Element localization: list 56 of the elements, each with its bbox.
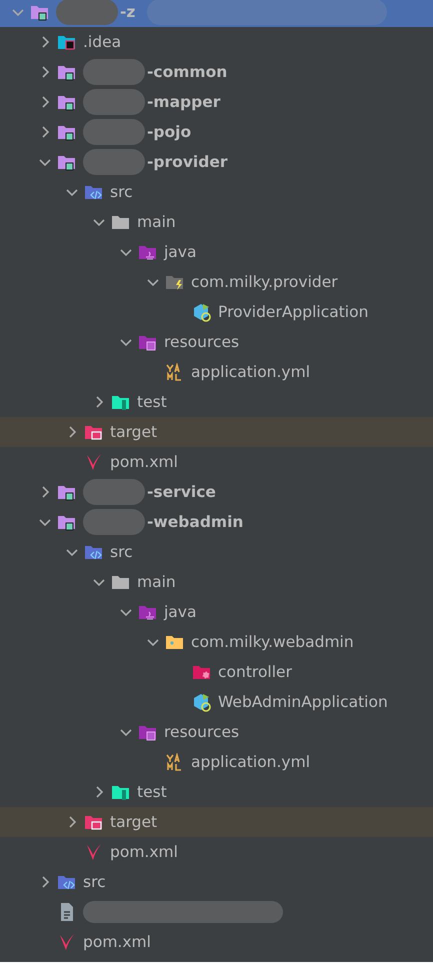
tree-item-label[interactable]: com.milky.webadmin bbox=[191, 633, 354, 651]
tree-item-label[interactable]: src bbox=[83, 873, 106, 891]
test-folder-icon bbox=[111, 783, 131, 801]
spring-class-icon bbox=[192, 692, 212, 712]
module-icon bbox=[30, 3, 50, 21]
java-folder-icon bbox=[138, 243, 158, 261]
module-icon bbox=[57, 93, 77, 111]
tree-item-label[interactable]: resources bbox=[164, 723, 240, 741]
controller-folder-icon bbox=[192, 663, 212, 681]
tree-item-label[interactable]: src bbox=[110, 183, 133, 201]
test-folder-icon bbox=[111, 393, 131, 411]
tree-item-label[interactable]: resources bbox=[164, 333, 240, 351]
source-folder-icon bbox=[57, 873, 77, 891]
tree-item-label[interactable]: pom.xml bbox=[110, 843, 178, 861]
tree-item-label[interactable]: -common bbox=[147, 63, 228, 81]
module-icon bbox=[57, 513, 77, 531]
tree-item-label[interactable]: target bbox=[110, 423, 158, 441]
tree-item-label[interactable]: java bbox=[164, 603, 196, 621]
package-icon bbox=[165, 633, 185, 651]
tree-item-label[interactable]: src bbox=[110, 543, 133, 561]
tree-item-label[interactable]: -pojo bbox=[147, 123, 192, 141]
target-folder-icon bbox=[84, 813, 104, 831]
module-icon bbox=[57, 63, 77, 81]
tree-item-label[interactable]: -provider bbox=[147, 153, 228, 171]
tree-item-label[interactable]: .idea bbox=[83, 33, 122, 51]
folder-icon bbox=[111, 213, 131, 231]
spring-class-icon bbox=[192, 302, 212, 322]
tree-item-label[interactable]: ProviderApplication bbox=[218, 303, 368, 321]
tree-item-label[interactable]: test bbox=[137, 393, 167, 411]
module-icon bbox=[57, 153, 77, 171]
tree-item-label[interactable]: com.milky.provider bbox=[191, 273, 338, 291]
config-package-icon bbox=[165, 273, 185, 291]
resources-folder-icon bbox=[138, 723, 158, 741]
tree-item-label[interactable]: -service bbox=[147, 483, 216, 501]
idea-folder-icon bbox=[57, 33, 77, 51]
tree-item-label[interactable]: pom.xml bbox=[83, 933, 151, 951]
tree-item-label[interactable]: test bbox=[137, 783, 167, 801]
tree-item-label[interactable]: WebAdminApplication bbox=[218, 693, 388, 711]
source-folder-icon bbox=[84, 183, 104, 201]
tree-item-label[interactable]: -webadmin bbox=[147, 513, 244, 531]
tree-item-label[interactable]: pom.xml bbox=[110, 453, 178, 471]
tree-item-label[interactable]: controller bbox=[218, 663, 292, 681]
module-icon bbox=[57, 123, 77, 141]
resources-folder-icon bbox=[138, 333, 158, 351]
tree-item-label[interactable]: target bbox=[110, 813, 158, 831]
target-folder-icon bbox=[84, 423, 104, 441]
tree-item-label[interactable]: main bbox=[137, 573, 176, 591]
tree-item-label[interactable]: java bbox=[164, 243, 196, 261]
tree-item-label[interactable]: main bbox=[137, 213, 176, 231]
folder-icon bbox=[111, 573, 131, 591]
tree-item-label[interactable]: -mapper bbox=[147, 93, 220, 111]
tree-item-label[interactable]: application.yml bbox=[191, 363, 310, 381]
module-icon bbox=[57, 483, 77, 501]
java-folder-icon bbox=[138, 603, 158, 621]
source-folder-icon bbox=[84, 543, 104, 561]
tree-item-label[interactable]: application.yml bbox=[191, 753, 310, 771]
